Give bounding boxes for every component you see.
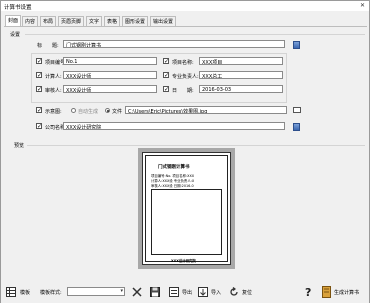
diagram-label: 示意图:: [45, 109, 62, 115]
help-icon[interactable]: ?: [304, 286, 314, 298]
manager-field[interactable]: XXX总工: [199, 71, 283, 79]
preview-diagram-box: [151, 189, 222, 255]
company-style-icon[interactable]: [293, 123, 300, 131]
save-icon[interactable]: [150, 287, 160, 297]
date-label: 日 期:: [172, 88, 194, 94]
project-name-checkbox[interactable]: ✓: [163, 58, 169, 65]
file-radio[interactable]: [105, 108, 110, 113]
bottom-toolbar: 模板 模板样式: ▾ 导出 导入 复位 ? 生成计算书: [1, 283, 369, 303]
date-checkbox[interactable]: ✓: [163, 86, 169, 93]
company-checkbox[interactable]: ✓: [36, 123, 42, 130]
file-path-field[interactable]: C:\Users\Eric\Pictures\效果图.jpg: [125, 106, 287, 114]
preview-doc-title: 门式钢刚计算书: [158, 165, 190, 170]
calculator-label: 计算人:: [45, 74, 62, 80]
export-label[interactable]: 导出: [182, 289, 192, 296]
delete-icon[interactable]: [132, 287, 142, 297]
tab-layout[interactable]: 布局: [40, 16, 57, 26]
auto-generate-radio[interactable]: [71, 108, 76, 113]
reset-icon[interactable]: [229, 287, 239, 297]
reset-label[interactable]: 复位: [242, 289, 252, 296]
import-label[interactable]: 导入: [211, 289, 221, 296]
date-field[interactable]: 2016-03-03: [199, 85, 283, 93]
settings-group-line: [25, 34, 365, 35]
import-icon[interactable]: [198, 287, 208, 297]
title-label: 标 题:: [37, 43, 59, 49]
preview-line-3: 审核人:XXX设 日期:2016-0: [151, 184, 194, 188]
reviewer-checkbox[interactable]: ✓: [36, 86, 42, 93]
tab-table[interactable]: 表格: [104, 16, 121, 26]
generate-calc-book-button[interactable]: 生成计算书: [334, 289, 359, 296]
template-style-label: 模板样式:: [40, 290, 62, 296]
tab-output-settings[interactable]: 输出设置: [150, 16, 177, 26]
diagram-checkbox[interactable]: ✓: [36, 107, 42, 114]
settings-group-label: 设置: [10, 32, 21, 38]
title-bar: 计算书设置 ✕: [1, 1, 369, 11]
manager-checkbox[interactable]: ✓: [163, 72, 169, 79]
file-label: 文件: [112, 109, 123, 115]
company-field[interactable]: XXX设计研究院: [63, 122, 285, 130]
project-name-field[interactable]: XXX项目: [199, 57, 283, 65]
tab-cover[interactable]: 封面: [5, 15, 22, 26]
tab-header-footer[interactable]: 页眉页脚: [58, 16, 85, 26]
window-title: 计算书设置: [4, 5, 32, 11]
template-style-select[interactable]: ▾: [67, 287, 125, 296]
calc-book-settings-window: 计算书设置 ✕ 封面 内容 布局 页眉页脚 文字 表格 图形设置 输出设置 设置…: [0, 0, 370, 303]
preview-footer: XXX设计研究院: [171, 259, 196, 263]
project-no-checkbox[interactable]: ✓: [36, 58, 42, 65]
calc-book-icon[interactable]: [322, 286, 331, 298]
preview-group-label: 预览: [14, 143, 25, 149]
browse-folder-icon[interactable]: [293, 107, 301, 113]
reviewer-field[interactable]: XXX设计师: [63, 85, 157, 93]
title-style-icon[interactable]: [293, 41, 300, 49]
template-icon[interactable]: [6, 287, 16, 297]
close-icon[interactable]: ✕: [360, 2, 365, 9]
calculator-checkbox[interactable]: ✓: [36, 72, 42, 79]
calculator-field[interactable]: XXX设计师: [63, 71, 157, 79]
project-no-field[interactable]: No.1: [63, 57, 157, 65]
auto-generate-label: 自动生成: [78, 109, 99, 115]
project-name-label: 项目名称:: [172, 60, 194, 66]
tab-graphics-settings[interactable]: 图形设置: [122, 16, 149, 26]
tab-panel-border: [4, 26, 367, 27]
tab-text[interactable]: 文字: [86, 16, 103, 26]
manager-label: 专业负责人:: [172, 74, 199, 80]
export-icon[interactable]: [169, 287, 179, 297]
template-label[interactable]: 模板: [20, 289, 30, 296]
chevron-down-icon: ▾: [120, 288, 123, 294]
reviewer-label: 审核人:: [45, 88, 62, 94]
preview-group-line: [27, 145, 365, 146]
tab-content[interactable]: 内容: [22, 16, 39, 26]
title-field[interactable]: 门式钢刚计算书: [63, 40, 285, 48]
svg-text:?: ?: [305, 286, 311, 298]
